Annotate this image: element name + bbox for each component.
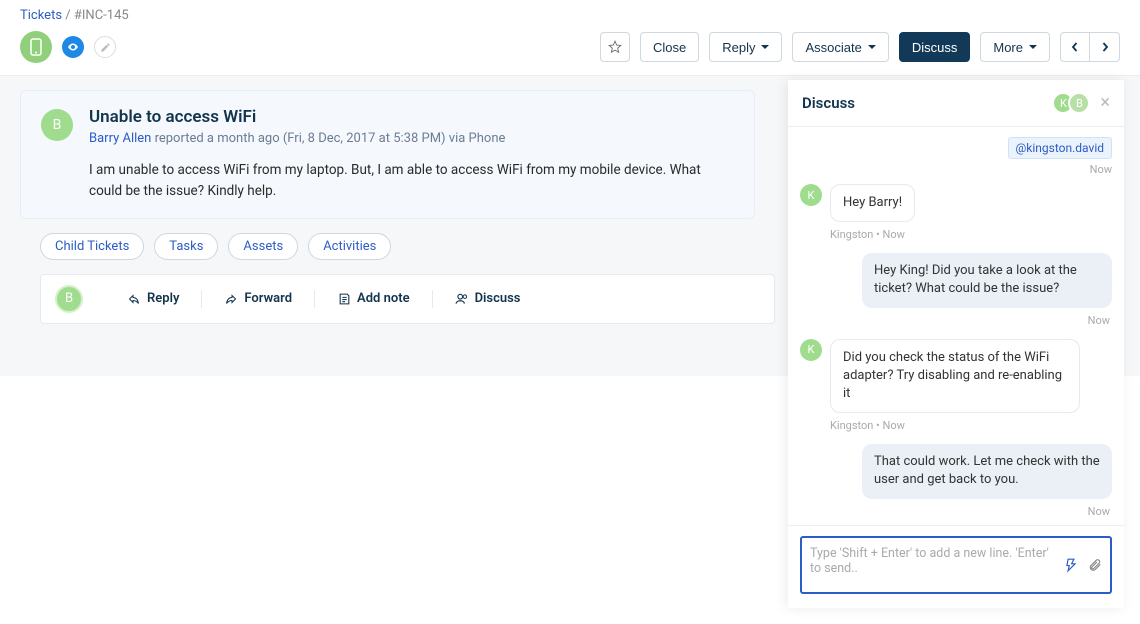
breadcrumb-sep: /	[65, 8, 70, 23]
reply-button[interactable]: Reply	[709, 32, 782, 62]
discuss-panel: Discuss K B × @kingston.david Now K Hey …	[788, 80, 1124, 608]
ticket-meta-text: reported a month ago (Fri, 8 Dec, 2017 a…	[151, 131, 505, 146]
discuss-panel-title: Discuss	[802, 94, 1058, 112]
breadcrumb-id: #INC-145	[74, 8, 129, 23]
associate-button-label: Associate	[805, 40, 861, 55]
message-bubble: Hey Barry!	[830, 184, 915, 222]
mention-chip[interactable]: @kingston.david	[1008, 137, 1112, 159]
ticket-title: Unable to access WiFi	[89, 107, 734, 127]
ticket-tabs: Child Tickets Tasks Assets Activities	[20, 219, 755, 274]
action-bar: B Reply Forward Add note Disc	[40, 274, 775, 324]
edit-icon[interactable]	[94, 36, 116, 58]
action-addnote-label: Add note	[357, 291, 410, 306]
more-button-label: More	[993, 40, 1023, 55]
toolbar: Close Reply Associate Discuss More	[0, 27, 1140, 76]
divider	[314, 290, 315, 308]
divider	[432, 290, 433, 308]
action-reply[interactable]: Reply	[117, 291, 189, 306]
avatar: K	[800, 339, 822, 361]
breadcrumb: Tickets / #INC-145	[0, 0, 1140, 27]
associate-button[interactable]: Associate	[792, 32, 888, 62]
tab-tasks[interactable]: Tasks	[154, 233, 218, 260]
attachment-icon[interactable]	[1088, 557, 1102, 573]
discuss-input-box[interactable]	[800, 536, 1112, 594]
discuss-icon	[455, 292, 469, 306]
avatar: B	[1068, 92, 1090, 114]
message-bubble: That could work. Let me check with the u…	[862, 444, 1112, 498]
forward-icon	[224, 293, 238, 305]
action-discuss[interactable]: Discuss	[445, 291, 531, 306]
discuss-input[interactable]	[810, 546, 1050, 580]
star-button[interactable]	[600, 32, 630, 62]
close-button[interactable]: Close	[640, 32, 699, 62]
agent-avatar: B	[55, 285, 83, 313]
message-meta: Kingston • Now	[830, 228, 1112, 241]
message-meta: Now	[800, 314, 1110, 327]
ticket-body: I am unable to access WiFi from my lapto…	[89, 160, 734, 202]
breadcrumb-root-link[interactable]: Tickets	[20, 8, 62, 23]
action-add-note[interactable]: Add note	[327, 291, 420, 306]
quick-action-icon[interactable]	[1064, 557, 1078, 573]
action-forward-label: Forward	[244, 291, 292, 306]
ticket-meta: Barry Allen reported a month ago (Fri, 8…	[89, 131, 734, 146]
pager	[1060, 32, 1120, 62]
tab-assets[interactable]: Assets	[228, 233, 298, 260]
close-icon[interactable]: ×	[1100, 94, 1110, 112]
discuss-header: Discuss K B ×	[788, 80, 1124, 127]
message-bubble: Hey King! Did you take a look at the tic…	[862, 253, 1112, 307]
more-button[interactable]: More	[980, 32, 1050, 62]
avatar: K	[800, 184, 822, 206]
note-icon	[337, 292, 351, 306]
timestamp: Now	[800, 163, 1112, 176]
divider	[201, 290, 202, 308]
action-reply-label: Reply	[147, 291, 179, 306]
message-row: K Hey Barry!	[800, 184, 1112, 222]
device-icon	[20, 31, 52, 63]
discuss-input-area	[788, 525, 1124, 608]
message-row: That could work. Let me check with the u…	[800, 444, 1112, 498]
message-row: K Did you check the status of the WiFi a…	[800, 339, 1112, 414]
ticket-card: B Unable to access WiFi Barry Allen repo…	[20, 90, 755, 219]
reporter-avatar: B	[41, 109, 73, 141]
action-forward[interactable]: Forward	[214, 291, 302, 306]
message-meta: Kingston • Now	[830, 419, 1112, 432]
message-row: Hey King! Did you take a look at the tic…	[800, 253, 1112, 307]
tab-child-tickets[interactable]: Child Tickets	[40, 233, 144, 260]
tab-activities[interactable]: Activities	[308, 233, 391, 260]
watcher-icon[interactable]	[62, 36, 84, 58]
discuss-button[interactable]: Discuss	[899, 32, 971, 62]
next-button[interactable]	[1090, 32, 1120, 62]
reply-icon	[127, 293, 141, 305]
action-discuss-label: Discuss	[475, 291, 521, 306]
chevron-down-icon	[1029, 45, 1037, 49]
message-bubble: Did you check the status of the WiFi ada…	[830, 339, 1080, 414]
participant-avatars: K B	[1058, 92, 1090, 114]
chevron-down-icon	[868, 45, 876, 49]
chevron-down-icon	[761, 45, 769, 49]
message-meta: Now	[800, 505, 1110, 518]
discuss-thread: @kingston.david Now K Hey Barry! Kingsto…	[788, 127, 1124, 525]
reporter-link[interactable]: Barry Allen	[89, 131, 151, 146]
reply-button-label: Reply	[722, 40, 755, 55]
prev-button[interactable]	[1060, 32, 1090, 62]
